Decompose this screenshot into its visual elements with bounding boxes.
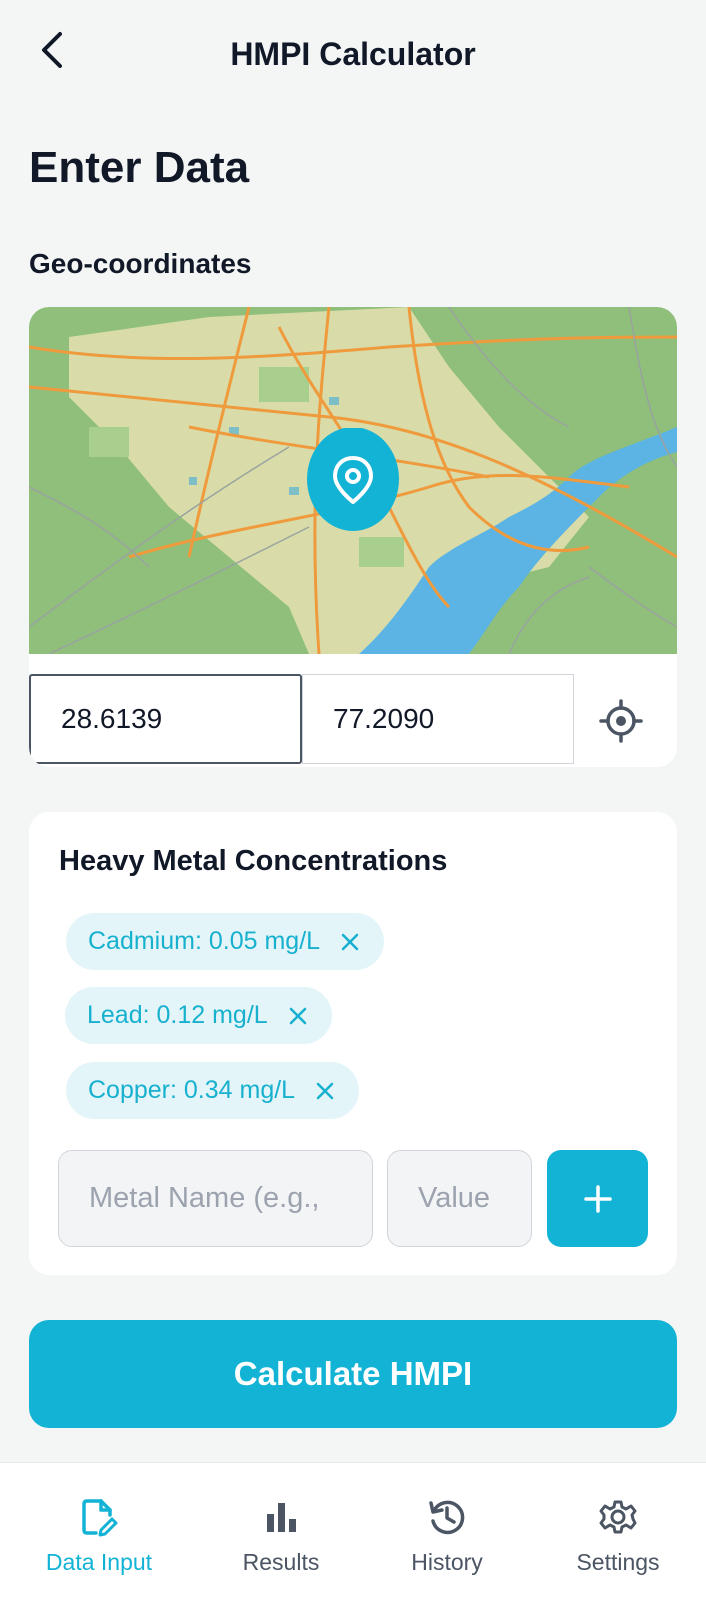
top-bar: HMPI Calculator xyxy=(0,0,706,110)
locate-me-button[interactable] xyxy=(591,691,651,751)
calculate-hmpi-button[interactable]: Calculate HMPI xyxy=(29,1320,677,1428)
metal-chip[interactable]: Copper: 0.34 mg/L xyxy=(66,1062,360,1119)
close-icon xyxy=(289,1007,306,1024)
nav-results[interactable]: Results xyxy=(196,1463,366,1600)
latitude-field[interactable]: 28.6139 xyxy=(29,674,302,764)
close-icon xyxy=(341,933,359,950)
page-title: Enter Data xyxy=(29,143,250,192)
metal-value-input[interactable] xyxy=(387,1150,532,1247)
bar-chart-icon xyxy=(267,1503,296,1532)
screen-title: HMPI Calculator xyxy=(230,36,476,72)
remove-chip-button[interactable] xyxy=(338,930,362,954)
file-edit-icon xyxy=(82,1499,118,1537)
map-card: 28.6139 77.2090 xyxy=(29,307,677,767)
geo-coordinates-label: Geo-coordinates xyxy=(29,248,252,279)
bottom-navigation: Data Input Results History Settings xyxy=(0,1462,706,1600)
nav-label: Results xyxy=(242,1549,320,1575)
nav-data-input[interactable]: Data Input xyxy=(14,1463,184,1600)
remove-chip-button[interactable] xyxy=(286,1004,310,1028)
metal-chip[interactable]: Lead: 0.12 mg/L xyxy=(65,987,332,1044)
heavy-metals-title: Heavy Metal Concentrations xyxy=(59,845,448,877)
close-icon xyxy=(316,1082,334,1099)
nav-label: Settings xyxy=(576,1549,660,1575)
nav-label: Data Input xyxy=(45,1549,153,1575)
add-metal-button[interactable] xyxy=(547,1150,648,1247)
history-icon xyxy=(429,1500,465,1535)
metal-name-input[interactable] xyxy=(58,1150,373,1247)
map-pin-icon xyxy=(307,428,399,531)
location-pin[interactable] xyxy=(306,428,400,534)
nav-history[interactable]: History xyxy=(362,1463,532,1600)
coordinate-inputs: 28.6139 77.2090 xyxy=(29,667,677,764)
remove-chip-button[interactable] xyxy=(313,1079,337,1103)
plus-icon xyxy=(583,1184,612,1213)
location-map[interactable] xyxy=(29,307,677,654)
metal-chip-label: Cadmium: 0.05 mg/L xyxy=(88,927,321,955)
gear-icon xyxy=(599,1500,637,1534)
nav-settings[interactable]: Settings xyxy=(533,1463,703,1600)
heavy-metals-card: Heavy Metal Concentrations Cadmium: 0.05… xyxy=(29,812,677,1275)
longitude-field[interactable]: 77.2090 xyxy=(302,674,574,764)
crosshair-icon xyxy=(599,699,643,743)
app-screen: HMPI Calculator Enter Data Geo-coordinat… xyxy=(0,0,706,1600)
metal-chip-label: Copper: 0.34 mg/L xyxy=(88,1076,296,1104)
metal-chip[interactable]: Cadmium: 0.05 mg/L xyxy=(66,913,385,970)
metal-chip-label: Lead: 0.12 mg/L xyxy=(87,1001,268,1029)
nav-label: History xyxy=(411,1549,483,1575)
